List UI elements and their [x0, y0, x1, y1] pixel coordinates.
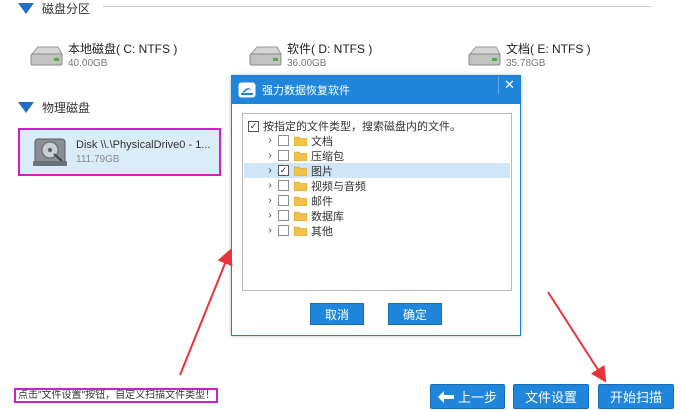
drive-e[interactable]: 文档( E: NTFS ) 35.78GB — [466, 42, 591, 70]
chevron-right-icon[interactable]: › — [264, 180, 276, 191]
chevron-right-icon[interactable]: › — [264, 165, 276, 176]
hard-drive-icon — [468, 46, 501, 66]
item-checkbox[interactable] — [278, 195, 289, 206]
section-divider — [103, 6, 651, 7]
collapse-triangle-icon[interactable] — [18, 102, 34, 113]
item-checkbox[interactable] — [278, 180, 289, 191]
drive-c[interactable]: 本地磁盘( C: NTFS ) 40.00GB — [28, 42, 177, 70]
cancel-button[interactable]: 取消 — [310, 303, 364, 325]
dialog-title: 强力数据恢复软件 — [262, 85, 350, 97]
tree-item-images[interactable]: › ✓ 图片 — [244, 163, 510, 178]
arrow-to-scan — [547, 291, 607, 383]
drive-size: 35.78GB — [506, 58, 546, 69]
chevron-right-icon[interactable]: › — [264, 210, 276, 221]
drive-name: 本地磁盘( C: NTFS ) — [68, 42, 178, 56]
partition-section-header[interactable]: 磁盘分区 — [18, 0, 90, 17]
item-checkbox[interactable] — [278, 225, 289, 236]
back-button[interactable]: 上一步 — [430, 384, 505, 409]
item-label: 视频与音频 — [311, 180, 366, 193]
dialog-title-bar[interactable]: 强力数据恢复软件 ✕ — [232, 76, 520, 104]
folder-icon — [294, 211, 307, 221]
tree-item-database[interactable]: › 数据库 — [244, 208, 510, 223]
item-label: 文档 — [311, 135, 333, 148]
back-arrow-icon — [437, 390, 454, 403]
file-settings-button[interactable]: 文件设置 — [513, 384, 589, 409]
folder-icon — [294, 151, 307, 161]
drive-name: 文档( E: NTFS ) — [506, 42, 591, 56]
close-icon[interactable]: ✕ — [498, 76, 520, 94]
folder-icon — [294, 181, 307, 191]
tree-item-video-audio[interactable]: › 视频与音频 — [244, 178, 510, 193]
drive-size: 40.00GB — [68, 58, 108, 69]
item-checkbox[interactable] — [278, 135, 289, 146]
physical-drive-size: 111.79GB — [76, 153, 120, 165]
file-type-tree: ✓ 按指定的文件类型，搜索磁盘内的文件。 › 文档 › 压缩包 › ✓ 图片 ›… — [242, 113, 512, 291]
hard-drive-icon — [30, 46, 63, 66]
root-label: 按指定的文件类型，搜索磁盘内的文件。 — [263, 121, 461, 133]
partition-section-title: 磁盘分区 — [42, 2, 91, 16]
back-button-label: 上一步 — [457, 390, 497, 405]
drive-d[interactable]: 软件( D: NTFS ) 36.00GB — [247, 42, 372, 70]
tree-root[interactable]: ✓ 按指定的文件类型，搜索磁盘内的文件。 — [248, 118, 461, 134]
arrow-to-dialog — [179, 248, 233, 376]
tree-item-documents[interactable]: › 文档 — [244, 133, 510, 148]
hint-text: 点击"文件设置"按钮，自定义扫描文件类型！ — [14, 388, 218, 403]
tree-item-archives[interactable]: › 压缩包 — [244, 148, 510, 163]
physical-section-header[interactable]: 物理磁盘 — [18, 99, 90, 116]
chevron-right-icon[interactable]: › — [264, 225, 276, 236]
item-checkbox[interactable] — [278, 210, 289, 221]
folder-icon — [294, 226, 307, 236]
item-checkbox[interactable] — [278, 150, 289, 161]
item-label: 邮件 — [311, 195, 333, 208]
tree-item-mail[interactable]: › 邮件 — [244, 193, 510, 208]
start-scan-button[interactable]: 开始扫描 — [598, 384, 674, 409]
ok-button[interactable]: 确定 — [388, 303, 442, 325]
drive-size: 36.00GB — [287, 58, 327, 69]
collapse-triangle-icon[interactable] — [18, 3, 34, 14]
app-logo-icon — [238, 82, 256, 98]
folder-icon — [294, 196, 307, 206]
folder-icon — [294, 136, 307, 146]
hard-drive-icon — [249, 46, 282, 66]
chevron-right-icon[interactable]: › — [264, 150, 276, 161]
physical-drive-name: Disk \\.\PhysicalDrive0 - 1... — [76, 138, 211, 151]
folder-icon — [294, 166, 307, 176]
physical-disk-icon — [33, 138, 67, 166]
item-label: 数据库 — [311, 210, 344, 223]
app-window: 磁盘分区 本地磁盘( C: NTFS ) 40.00GB 软件( D: NTFS… — [0, 0, 680, 410]
item-label: 图片 — [311, 165, 333, 178]
chevron-right-icon[interactable]: › — [264, 195, 276, 206]
chevron-right-icon[interactable]: › — [264, 135, 276, 146]
drive-name: 软件( D: NTFS ) — [287, 42, 373, 56]
root-checkbox[interactable]: ✓ — [248, 120, 259, 132]
item-label: 其他 — [311, 225, 333, 238]
file-type-dialog: 强力数据恢复软件 ✕ ✓ 按指定的文件类型，搜索磁盘内的文件。 › 文档 › 压… — [231, 75, 521, 336]
physical-section-title: 物理磁盘 — [42, 101, 91, 115]
tree-item-other[interactable]: › 其他 — [244, 223, 510, 238]
physical-drive-0[interactable]: Disk \\.\PhysicalDrive0 - 1... 111.79GB — [18, 128, 221, 176]
item-label: 压缩包 — [311, 150, 344, 163]
item-checkbox[interactable]: ✓ — [278, 165, 289, 176]
